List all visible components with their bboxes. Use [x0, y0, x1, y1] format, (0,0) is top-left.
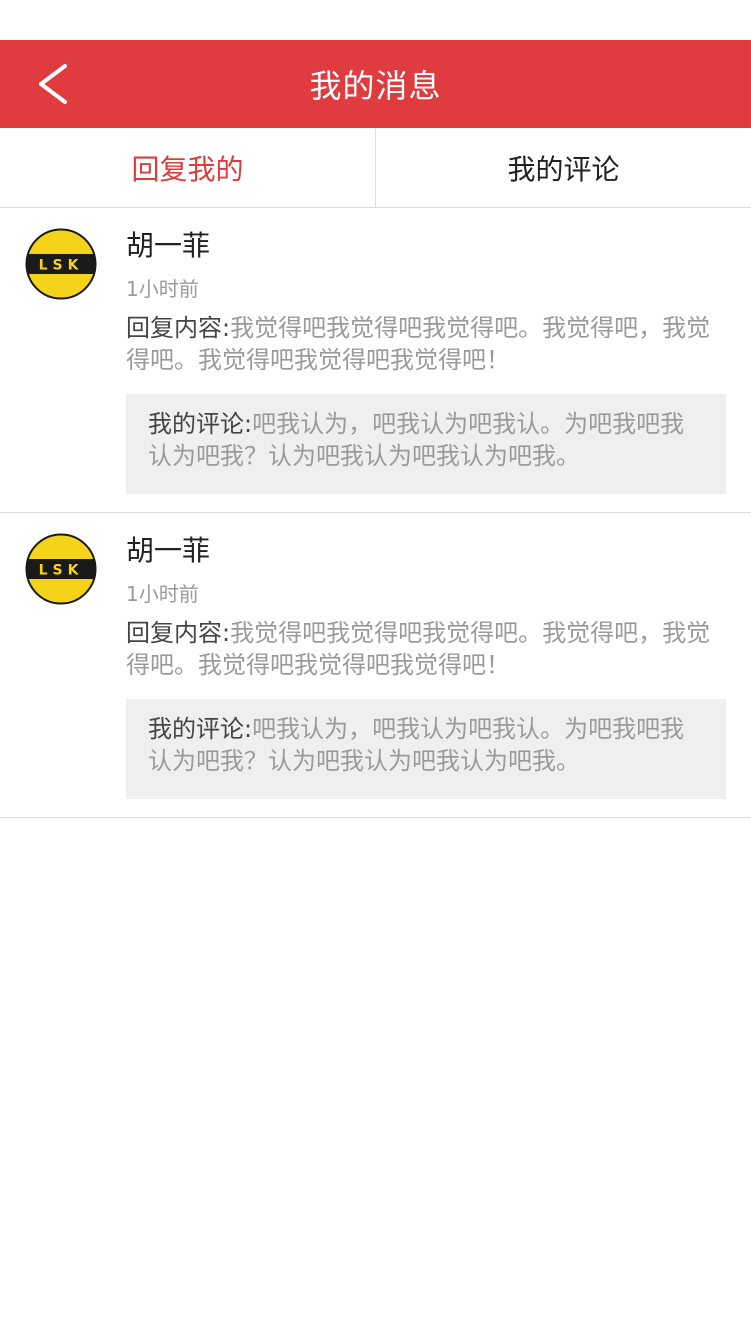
reply-content: 回复内容:我觉得吧我觉得吧我觉得吧。我觉得吧，我觉得吧。我觉得吧我觉得吧我觉得吧…	[126, 312, 726, 376]
comment-label: 我的评论:	[148, 715, 253, 743]
reply-content: 回复内容:我觉得吧我觉得吧我觉得吧。我觉得吧，我觉得吧。我觉得吧我觉得吧我觉得吧…	[126, 617, 726, 681]
my-comment-box[interactable]: 我的评论:吧我认为，吧我认为吧我认。为吧我吧我认为吧我？认为吧我认为吧我认为吧我…	[126, 699, 726, 799]
message-item[interactable]: LSK 胡一菲 1小时前 回复内容:我觉得吧我觉得吧我觉得吧。我觉得吧，我觉得吧…	[0, 208, 751, 513]
avatar[interactable]: LSK	[25, 228, 97, 300]
back-button[interactable]	[28, 60, 76, 108]
my-comment-box[interactable]: 我的评论:吧我认为，吧我认为吧我认。为吧我吧我认为吧我？认为吧我认为吧我认为吧我…	[126, 394, 726, 494]
message-body: 胡一菲 1小时前 回复内容:我觉得吧我觉得吧我觉得吧。我觉得吧，我觉得吧。我觉得…	[126, 226, 726, 494]
tab-replies-to-me[interactable]: 回复我的	[0, 128, 375, 207]
avatar-logo-text: LSK	[39, 563, 84, 579]
page-title: 我的消息	[309, 67, 442, 105]
tab-bar: 回复我的 我的评论	[0, 128, 751, 208]
avatar[interactable]: LSK	[25, 533, 97, 605]
status-bar	[0, 0, 751, 40]
comment-label: 我的评论:	[148, 410, 253, 438]
user-name[interactable]: 胡一菲	[126, 531, 726, 571]
chevron-left-icon	[39, 64, 67, 104]
reply-label: 回复内容:	[126, 314, 231, 342]
message-item[interactable]: LSK 胡一菲 1小时前 回复内容:我觉得吧我觉得吧我觉得吧。我觉得吧，我觉得吧…	[0, 513, 751, 818]
user-name[interactable]: 胡一菲	[126, 226, 726, 266]
reply-label: 回复内容:	[126, 619, 231, 647]
timestamp: 1小时前	[126, 277, 199, 301]
avatar-logo-text: LSK	[39, 258, 84, 274]
nav-bar: 我的消息	[0, 40, 751, 128]
tab-my-comments[interactable]: 我的评论	[376, 128, 751, 207]
timestamp: 1小时前	[126, 582, 199, 606]
message-body: 胡一菲 1小时前 回复内容:我觉得吧我觉得吧我觉得吧。我觉得吧，我觉得吧。我觉得…	[126, 531, 726, 799]
